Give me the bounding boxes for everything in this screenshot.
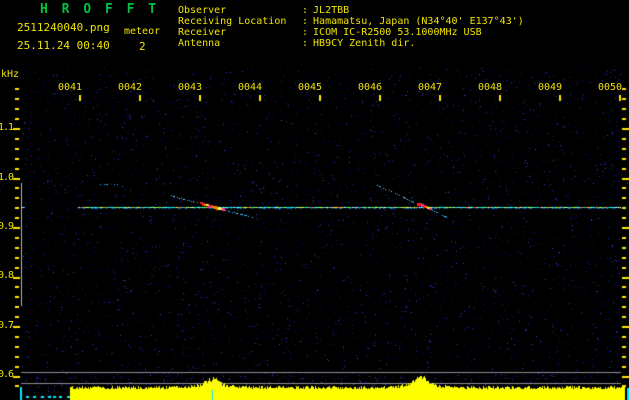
mode-label: meteor <box>124 26 161 37</box>
y-axis-unit: kHz <box>1 69 20 80</box>
echo-count: 2 <box>139 40 146 53</box>
spectrogram-canvas <box>0 0 629 400</box>
info-label: Receiver <box>178 27 227 38</box>
x-tick-label: 0042 <box>118 82 143 93</box>
x-tick-label: 0048 <box>478 82 503 93</box>
info-label: Antenna <box>178 38 221 49</box>
y-tick-label: 0.6 <box>0 369 14 380</box>
x-tick-label: 0041 <box>58 82 83 93</box>
info-separator: : <box>302 38 309 49</box>
info-row-antenna: Antenna: HB9CY Zenith dir. <box>178 38 524 49</box>
x-tick-label: 0049 <box>538 82 563 93</box>
x-tick-label: 0044 <box>238 82 263 93</box>
info-separator: : <box>302 27 309 38</box>
x-tick-label: 0046 <box>358 82 383 93</box>
info-separator: : <box>302 5 309 16</box>
x-tick-label: 0050 <box>598 82 623 93</box>
info-value: HB9CY Zenith dir. <box>313 38 416 49</box>
x-tick-label: 0045 <box>298 82 323 93</box>
x-tick-label: 0047 <box>418 82 443 93</box>
info-value: JL2TBB <box>313 5 350 16</box>
hrofft-window: H R O F F T 2511240040.png meteor 25.11.… <box>0 0 629 400</box>
y-tick-label: 0.7 <box>0 320 14 331</box>
y-tick-label: 0.9 <box>0 221 14 232</box>
info-row-receiver: Receiver: ICOM IC-R2500 53.1000MHz USB <box>178 27 524 38</box>
info-value: Hamamatsu, Japan (N34°40' E137°43') <box>313 16 524 27</box>
info-label: Observer <box>178 5 227 16</box>
info-row-observer: Observer: JL2TBB <box>178 5 524 16</box>
station-info: Observer: JL2TBB Receiving Location: Hamam… <box>178 5 524 49</box>
info-separator: : <box>302 16 309 27</box>
info-row-location: Receiving Location: Hamamatsu, Japan (N34… <box>178 16 524 27</box>
filename: 2511240040.png <box>17 21 110 34</box>
y-tick-label: 1.0 <box>0 172 14 183</box>
app-title: H R O F F T <box>40 2 160 17</box>
info-value: ICOM IC-R2500 53.1000MHz USB <box>313 27 482 38</box>
info-label: Receiving Location <box>178 16 287 27</box>
y-tick-label: 0.8 <box>0 270 14 281</box>
datetime: 25.11.24 00:40 <box>17 39 110 52</box>
x-tick-label: 0043 <box>178 82 203 93</box>
y-tick-label: 1.1 <box>0 122 14 133</box>
